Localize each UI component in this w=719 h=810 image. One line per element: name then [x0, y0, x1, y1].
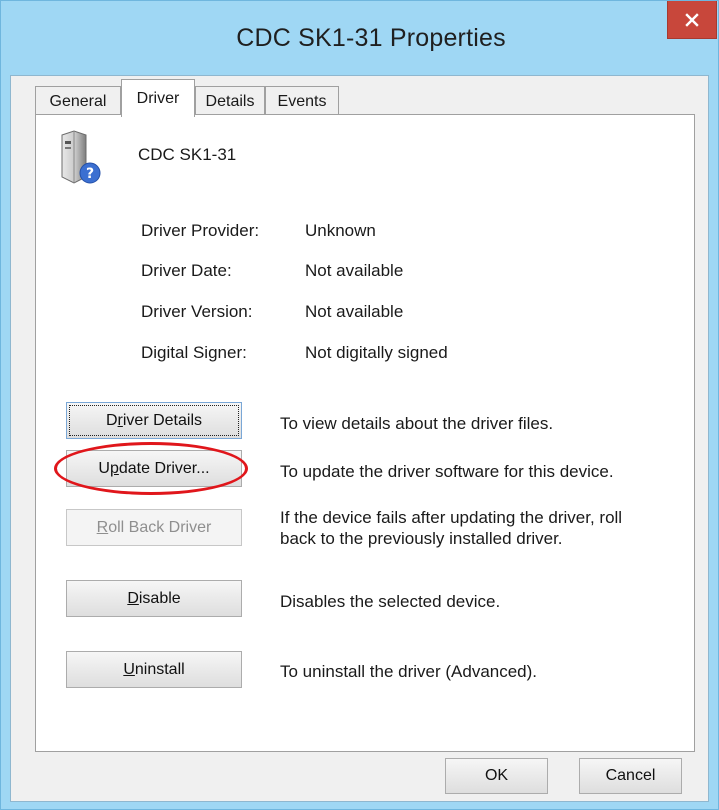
- roll-back-driver-button[interactable]: Roll Back Driver: [66, 509, 242, 546]
- driver-provider-value: Unknown: [305, 221, 376, 240]
- uninstall-description: To uninstall the driver (Advanced).: [280, 662, 538, 681]
- disable-button[interactable]: Disable: [66, 580, 242, 617]
- digital-signer-value: Not digitally signed: [305, 343, 448, 362]
- cancel-button[interactable]: Cancel: [579, 758, 682, 794]
- digital-signer-label: Digital Signer:: [141, 343, 247, 362]
- roll-back-driver-description: If the device fails after updating the d…: [280, 508, 623, 548]
- window-title: CDC SK1-31 Properties: [236, 24, 506, 52]
- ok-button[interactable]: OK: [445, 758, 548, 794]
- driver-version-label: Driver Version:: [141, 302, 253, 321]
- tab-general[interactable]: General: [35, 86, 121, 116]
- driver-tab-page: ? CDC SK1-31 Driver Provider: Unknown Dr…: [35, 114, 695, 752]
- disable-description: Disables the selected device.: [280, 592, 501, 611]
- tab-events[interactable]: Events: [265, 86, 339, 116]
- driver-date-value: Not available: [305, 261, 404, 280]
- close-button[interactable]: [667, 1, 717, 39]
- dialog-client-area: General Driver Details Events ? CDC SK1-…: [10, 75, 709, 802]
- device-name: CDC SK1-31: [138, 145, 237, 164]
- driver-provider-label: Driver Provider:: [141, 221, 260, 240]
- driver-date-label: Driver Date:: [141, 261, 232, 280]
- close-icon: [685, 12, 699, 27]
- update-driver-highlight-ring: [54, 442, 248, 495]
- driver-details-button[interactable]: Dr iver Details: [66, 402, 242, 439]
- update-driver-description: To update the driver software for this d…: [280, 462, 614, 481]
- properties-window: CDC SK1-31 Properties General Driver Det…: [0, 0, 719, 810]
- tab-driver[interactable]: Driver: [121, 79, 195, 117]
- uninstall-button[interactable]: Uninstall: [66, 651, 242, 688]
- driver-version-value: Not available: [305, 302, 404, 321]
- unknown-device-icon: ?: [61, 130, 101, 184]
- driver-details-description: To view details about the driver files.: [280, 414, 554, 433]
- title-bar[interactable]: CDC SK1-31 Properties: [1, 1, 718, 75]
- tab-details[interactable]: Details: [195, 86, 265, 116]
- svg-text:?: ?: [86, 166, 94, 182]
